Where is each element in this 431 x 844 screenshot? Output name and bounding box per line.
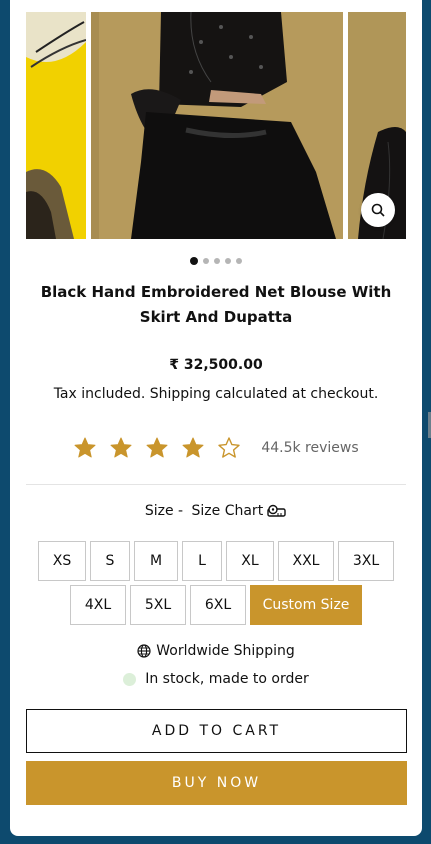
star-filled-icon — [110, 437, 132, 458]
size-option-xl[interactable]: XL — [226, 541, 274, 581]
globe-icon — [137, 644, 151, 658]
measuring-tape-icon[interactable] — [267, 504, 287, 518]
size-option-5xl[interactable]: 5XL — [130, 585, 186, 625]
divider — [26, 484, 406, 485]
rating-stars — [73, 436, 241, 460]
size-option-m[interactable]: M — [134, 541, 178, 581]
size-options-row-1: XS S M L XL XXL 3XL — [10, 541, 422, 581]
size-option-l[interactable]: L — [182, 541, 222, 581]
star-filled-icon — [74, 437, 96, 458]
add-to-cart-button[interactable]: ADD TO CART — [26, 709, 407, 753]
gallery-pagination — [10, 257, 422, 265]
size-option-s[interactable]: S — [90, 541, 130, 581]
stock-label: In stock, made to order — [145, 671, 309, 687]
stock-status: In stock, made to order — [10, 671, 422, 687]
zoom-button[interactable] — [361, 193, 395, 227]
product-image-gallery[interactable] — [26, 12, 406, 239]
gallery-image-main[interactable] — [91, 12, 343, 239]
product-quick-view: Black Hand Embroidered Net Blouse With S… — [10, 0, 422, 836]
star-filled-icon — [182, 437, 204, 458]
size-option-3xl[interactable]: 3XL — [338, 541, 394, 581]
stock-indicator-dot — [123, 672, 137, 686]
size-option-xs[interactable]: XS — [38, 541, 86, 581]
worldwide-shipping: Worldwide Shipping — [10, 643, 422, 659]
gallery-image-previous[interactable] — [26, 12, 86, 239]
size-option-6xl[interactable]: 6XL — [190, 585, 246, 625]
reviews-count[interactable]: 44.5k reviews — [261, 440, 358, 456]
size-options-row-2: 4XL 5XL 6XL Custom Size — [10, 585, 422, 625]
buy-now-button[interactable]: BUY NOW — [26, 761, 407, 805]
size-header: Size - Size Chart — [10, 503, 422, 519]
gallery-dot[interactable] — [225, 258, 231, 264]
size-option-custom[interactable]: Custom Size — [250, 585, 362, 625]
gallery-dot[interactable] — [203, 258, 209, 264]
shipping-label: Worldwide Shipping — [156, 643, 295, 659]
star-filled-icon — [146, 437, 168, 458]
size-option-4xl[interactable]: 4XL — [70, 585, 126, 625]
tax-note: Tax included. Shipping calculated at che… — [53, 386, 379, 402]
gallery-dot[interactable] — [214, 258, 220, 264]
product-price: ₹ 32,500.00 — [169, 357, 263, 373]
star-outline-icon — [218, 437, 241, 458]
product-title: Black Hand Embroidered Net Blouse With S… — [40, 283, 392, 326]
size-chart-link[interactable]: Size Chart — [192, 503, 264, 519]
gallery-dot[interactable] — [236, 258, 242, 264]
size-option-xxl[interactable]: XXL — [278, 541, 334, 581]
product-rating[interactable]: 44.5k reviews — [10, 436, 422, 460]
size-label: Size - — [144, 503, 188, 519]
search-icon — [371, 203, 385, 217]
gallery-dot[interactable] — [190, 257, 198, 265]
